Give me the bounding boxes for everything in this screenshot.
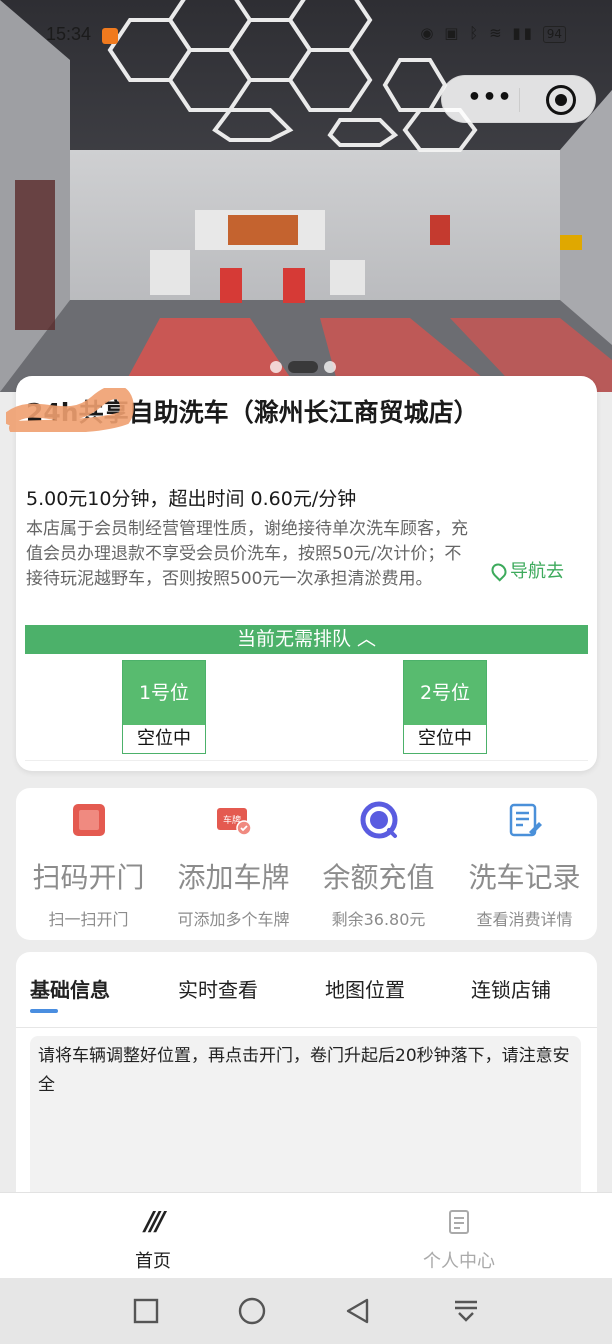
quick-actions: 扫码开门 扫一扫开门 车牌 添加车牌 可添加多个车牌 余额充值 剩余36.80元… — [16, 788, 597, 940]
carousel-indicator — [270, 356, 342, 373]
bay-status: 空位中 — [404, 725, 486, 753]
active-tab-indicator — [30, 1009, 58, 1013]
tab-chain-stores[interactable]: 连锁店铺 — [471, 974, 551, 1003]
bluetooth-icon: ᛒ — [469, 24, 482, 42]
action-subtitle: 扫一扫开门 — [48, 910, 129, 929]
navigate-label: 导航去 — [510, 561, 564, 582]
profile-icon — [449, 1210, 469, 1234]
notification-pull-icon[interactable] — [451, 1296, 481, 1326]
action-subtitle: 可添加多个车牌 — [177, 910, 290, 929]
carousel-dot-active — [288, 360, 318, 373]
scan-open-door-action[interactable]: 扫码开门 扫一扫开门 — [16, 788, 161, 940]
tab-live-view[interactable]: 实时查看 — [178, 974, 258, 1003]
navigate-button[interactable]: 导航去 — [488, 557, 564, 583]
bay-status: 空位中 — [123, 725, 205, 753]
scan-door-icon — [73, 804, 105, 836]
redaction-scribble — [6, 388, 134, 432]
action-label: 扫码开门 — [32, 861, 145, 894]
back-icon[interactable] — [343, 1296, 373, 1326]
action-label: 洗车记录 — [468, 861, 581, 894]
tab-basic-info[interactable]: 基础信息 — [30, 974, 110, 1003]
home-icon: /// — [144, 1207, 166, 1237]
store-photo-carousel[interactable]: 15:34 ◉ ▣ ᛒ ≋ ▮▮ 94 ••• — [0, 0, 612, 392]
battery-icon: 94 — [542, 26, 566, 43]
add-license-plate-action[interactable]: 车牌 添加车牌 可添加多个车牌 — [161, 788, 306, 940]
notice-text: 请将车辆调整好位置，再点击开门，卷门升起后20秒钟落下，请注意安全 — [30, 1036, 581, 1212]
nfc-icon: ▣ — [444, 24, 462, 42]
nav-home-label: 首页 — [135, 1251, 171, 1272]
bottom-nav: /// 首页 个人中心 — [0, 1192, 612, 1278]
record-icon — [509, 803, 542, 837]
action-subtitle: 剩余36.80元 — [331, 910, 426, 929]
carousel-dot — [324, 360, 336, 373]
capsule-divider — [519, 88, 520, 112]
store-description: 本店属于会员制经营管理性质，谢绝接待单次洗车顾客，充值会员办理退款不享受会员价洗… — [26, 519, 468, 589]
miniprogram-capsule[interactable]: ••• — [441, 75, 596, 123]
recent-apps-icon[interactable] — [131, 1296, 161, 1326]
divider — [25, 760, 588, 761]
signal-icon: ▮▮ — [512, 24, 535, 42]
action-label: 添加车牌 — [177, 861, 290, 894]
status-icons: ◉ ▣ ᛒ ≋ ▮▮ 94 — [420, 24, 566, 43]
carousel-dot — [270, 360, 282, 373]
wash-record-action[interactable]: 洗车记录 查看消费详情 — [452, 788, 597, 940]
store-info-card: 24h共享自助洗车（滁州长江商贸城店） 5.00元10分钟，超出时间 0.60元… — [6, 376, 597, 771]
eye-icon: ◉ — [420, 24, 437, 42]
bay-2[interactable]: 2号位 空位中 — [403, 660, 487, 754]
balance-icon — [360, 801, 398, 839]
home-button-icon[interactable] — [237, 1296, 267, 1326]
close-miniprogram-icon[interactable] — [546, 85, 576, 115]
app-notification-icon — [102, 28, 118, 44]
bay-number: 2号位 — [404, 661, 486, 725]
bay-1[interactable]: 1号位 空位中 — [122, 660, 206, 754]
tabs-divider — [16, 1027, 597, 1028]
license-plate-icon: 车牌 — [217, 808, 252, 836]
store-interior-photo — [0, 0, 612, 392]
queue-status-bar[interactable]: 当前无需排队 ︿ — [25, 625, 588, 654]
bay-number: 1号位 — [123, 661, 205, 725]
action-label: 余额充值 — [322, 861, 435, 894]
nav-profile[interactable]: 个人中心 — [306, 1193, 612, 1279]
tab-map-location[interactable]: 地图位置 — [325, 974, 405, 1003]
info-tabs: 基础信息 实时查看 地图位置 连锁店铺 请将车辆调整好位置，再点击开门，卷门升起… — [16, 952, 597, 1212]
nav-home[interactable]: /// 首页 — [0, 1193, 306, 1279]
action-subtitle: 查看消费详情 — [476, 910, 573, 929]
nav-profile-label: 个人中心 — [423, 1251, 495, 1272]
status-bar: 15:34 ◉ ▣ ᛒ ≋ ▮▮ 94 — [0, 22, 612, 52]
wifi-icon: ≋ — [489, 24, 505, 42]
status-time: 15:34 — [46, 24, 92, 44]
price-info: 5.00元10分钟，超出时间 0.60元/分钟 — [26, 488, 357, 510]
more-icon[interactable]: ••• — [462, 82, 518, 116]
system-navigation-bar — [0, 1278, 612, 1344]
location-pin-icon — [488, 560, 510, 582]
balance-topup-action[interactable]: 余额充值 剩余36.80元 — [306, 788, 451, 940]
